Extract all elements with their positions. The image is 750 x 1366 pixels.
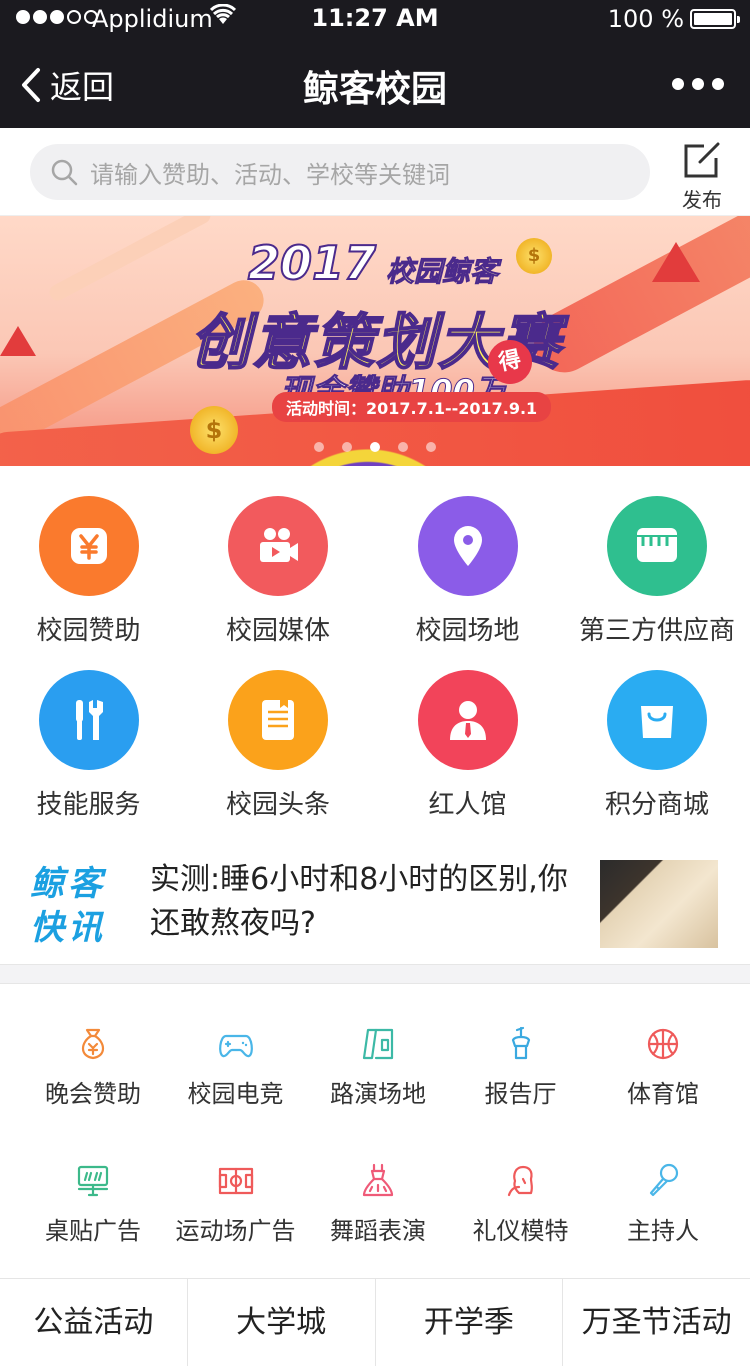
pager-dot[interactable] — [398, 442, 408, 452]
category-label: 技能服务 — [36, 790, 141, 820]
search-placeholder: 请输入赞助、活动、学校等关键词 — [90, 160, 450, 189]
yen-icon — [38, 496, 139, 596]
category-grid: 校园赞助 校园媒体 校园场地 第三方供应商技能服务 校园头条 红人馆 积分商城 — [0, 466, 750, 846]
publish-label: 发布 — [682, 188, 722, 212]
promo-banner[interactable]: $ $ 2017 校园鲸客 创意策划大赛 现金赞助100万 得 活动时间：201… — [0, 216, 750, 466]
stage-icon — [303, 1024, 453, 1064]
news-logo: 鲸客 快讯 — [30, 862, 106, 950]
top-bar: Applidium 11:27 AM 100 % 返回 鲸客校园 — [0, 0, 750, 128]
category-label: 校园赞助 — [36, 616, 141, 646]
video-camera-icon — [228, 496, 328, 596]
service-item[interactable]: 主持人 — [588, 1161, 738, 1246]
category-item[interactable]: 校园场地 — [374, 496, 561, 647]
category-label: 校园媒体 — [225, 616, 330, 646]
sports-field-icon — [161, 1161, 311, 1201]
battery-percent: 100 % — [607, 5, 684, 33]
category-item[interactable]: 第三方供应商 — [564, 496, 750, 647]
category-label: 第三方供应商 — [578, 616, 735, 646]
category-label: 红人馆 — [428, 790, 507, 820]
section-divider — [0, 964, 750, 984]
edit-icon — [684, 142, 720, 178]
search-input[interactable]: 请输入赞助、活动、学校等关键词 — [30, 144, 650, 200]
model-icon — [446, 1161, 596, 1201]
basketball-icon — [588, 1024, 738, 1064]
bottom-tab[interactable]: 开学季 — [376, 1279, 564, 1366]
category-label: 积分商城 — [604, 790, 709, 820]
service-label: 桌贴广告 — [45, 1217, 141, 1245]
pager-dot[interactable] — [342, 442, 352, 452]
gamepad-icon — [161, 1024, 311, 1064]
service-item[interactable]: 礼仪模特 — [446, 1161, 596, 1246]
banner-pager[interactable] — [0, 442, 750, 452]
service-item[interactable]: 校园电竞 — [161, 1024, 311, 1109]
service-item[interactable]: 路演场地 — [303, 1024, 453, 1109]
service-label: 报告厅 — [484, 1080, 557, 1108]
news-logo-line1: 鲸客 — [30, 864, 106, 904]
bottom-tab[interactable]: 万圣节活动 — [563, 1279, 750, 1366]
service-label: 体育馆 — [627, 1080, 699, 1108]
service-item[interactable]: 体育馆 — [588, 1024, 738, 1109]
pager-dot[interactable] — [370, 442, 380, 452]
news-ticker[interactable]: 鲸客 快讯 实测:睡6小时和8小时的区别,你还敢熬夜吗? — [0, 846, 750, 964]
shopping-bag-icon — [607, 670, 707, 770]
category-item[interactable]: 技能服务 — [0, 670, 182, 821]
desk-sticker-icon — [18, 1161, 168, 1201]
service-label: 主持人 — [627, 1217, 699, 1245]
page-title: 鲸客校园 — [302, 69, 447, 110]
service-item[interactable]: 桌贴广告 — [18, 1161, 168, 1246]
news-logo-line2: 快讯 — [30, 908, 106, 948]
search-bar: 请输入赞助、活动、学校等关键词 发布 — [0, 128, 750, 216]
bottom-tabs: 公益活动 大学城 开学季 万圣节活动 — [0, 1278, 750, 1366]
service-label: 校园电竞 — [187, 1080, 284, 1108]
status-bar: Applidium 11:27 AM 100 % — [0, 0, 750, 38]
newspaper-icon — [228, 670, 328, 770]
more-options-icon[interactable] — [672, 78, 724, 90]
search-icon — [51, 159, 78, 186]
microphone-icon — [588, 1161, 738, 1201]
battery-icon — [690, 9, 740, 29]
service-grid: 晚会赞助 校园电竞 路演场地 报告厅 体育馆桌贴广告 运动场广告 舞蹈表演 礼仪模特 主持人 — [0, 984, 750, 1278]
banner-year: 2017 — [247, 235, 377, 291]
money-bag-icon — [18, 1024, 168, 1064]
tools-icon — [38, 670, 139, 770]
location-pin-icon — [417, 496, 518, 596]
category-item[interactable]: 校园头条 — [185, 670, 372, 821]
service-label: 舞蹈表演 — [330, 1217, 426, 1245]
category-item[interactable]: 红人馆 — [374, 670, 561, 821]
category-label: 校园头条 — [225, 790, 330, 820]
news-headline[interactable]: 实测:睡6小时和8小时的区别,你还敢熬夜吗? — [150, 858, 590, 946]
person-icon — [417, 670, 518, 770]
service-label: 晚会赞助 — [45, 1080, 141, 1108]
service-item[interactable]: 晚会赞助 — [18, 1024, 168, 1109]
service-label: 礼仪模特 — [472, 1217, 569, 1245]
bottom-tab[interactable]: 公益活动 — [0, 1279, 188, 1366]
category-label: 校园场地 — [415, 616, 520, 646]
service-label: 路演场地 — [330, 1080, 426, 1108]
podium-icon — [446, 1024, 596, 1064]
service-label: 运动场广告 — [175, 1217, 296, 1245]
publish-button[interactable]: 发布 — [672, 142, 732, 213]
pager-dot[interactable] — [426, 442, 436, 452]
news-thumbnail[interactable] — [600, 860, 718, 948]
service-item[interactable]: 运动场广告 — [161, 1161, 311, 1246]
dress-icon — [303, 1161, 453, 1201]
banner-triangle — [652, 242, 700, 282]
bottom-tab[interactable]: 大学城 — [188, 1279, 376, 1366]
navigation-bar: 返回 鲸客校园 — [0, 40, 750, 128]
pager-dot[interactable] — [314, 442, 324, 452]
service-item[interactable]: 报告厅 — [446, 1024, 596, 1109]
category-item[interactable]: 校园媒体 — [185, 496, 372, 647]
category-item[interactable]: 积分商城 — [564, 670, 750, 821]
service-item[interactable]: 舞蹈表演 — [303, 1161, 453, 1246]
banner-time: 活动时间：2017.7.1--2017.9.1 — [272, 392, 552, 422]
banner-subtitle: 校园鲸客 — [385, 255, 499, 289]
store-icon — [607, 496, 707, 596]
category-item[interactable]: 校园赞助 — [0, 496, 182, 647]
